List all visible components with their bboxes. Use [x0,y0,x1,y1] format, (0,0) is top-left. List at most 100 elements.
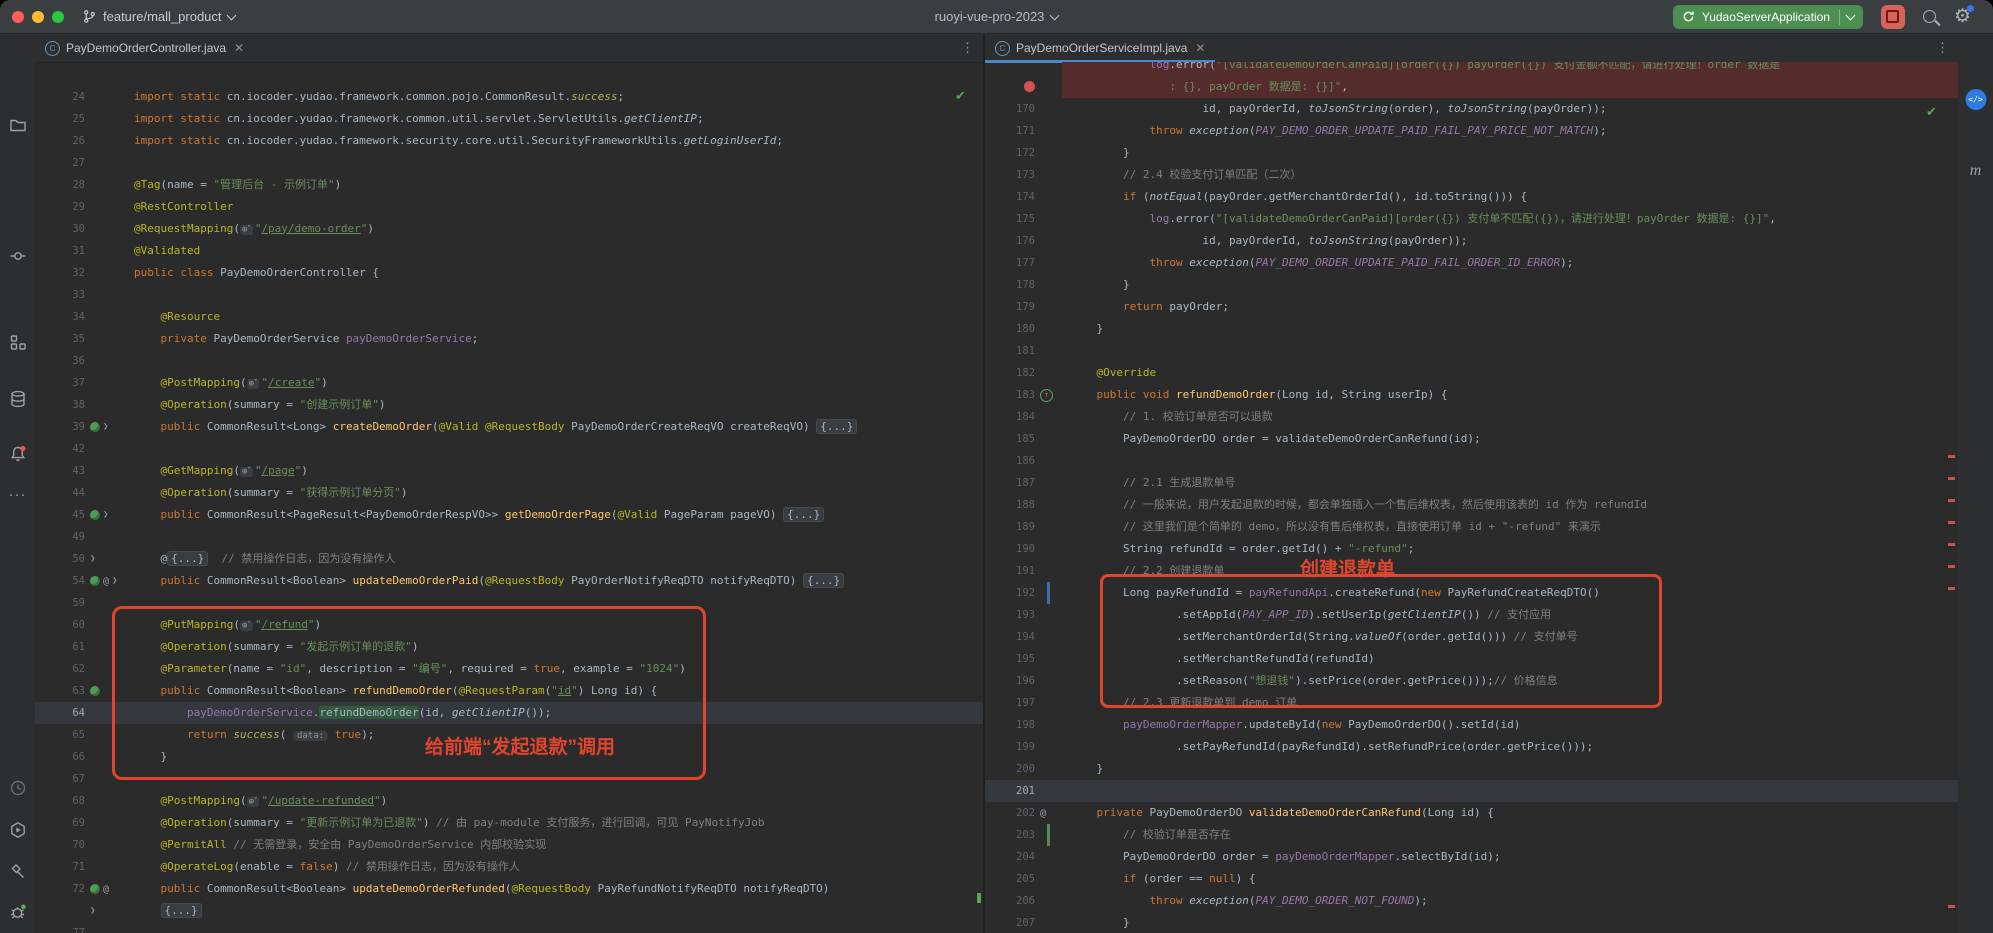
code-line[interactable]: 206 throw exception(PAY_DEMO_ORDER_NOT_F… [985,890,1958,912]
code-line[interactable]: 180 } [985,318,1958,340]
gutter[interactable] [90,686,126,696]
url-globe-inlay-icon[interactable]: ⊕ˇ [247,797,260,807]
line-number[interactable]: 63 [35,685,90,697]
code-line[interactable]: 194 .setMerchantOrderId(String.valueOf(o… [985,626,1958,648]
code-line[interactable]: 175 log.error("[validateDemoOrderCanPaid… [985,208,1958,230]
code-line[interactable]: 173 // 2.4 校验支付订单匹配（二次） [985,164,1958,186]
line-number[interactable]: 77 [35,927,90,933]
line-number[interactable]: 207 [985,917,1040,929]
code-line[interactable]: 24import static cn.iocoder.yudao.framewo… [35,86,983,108]
close-tab-icon[interactable]: ✕ [234,41,244,55]
override-icon[interactable]: ↑ [1040,389,1053,402]
code-line[interactable]: 30@RequestMapping(⊕ˇ"/pay/demo-order") [35,218,983,240]
code-line[interactable]: 192 Long payRefundId = payRefundApi.crea… [985,582,1958,604]
line-number[interactable]: 28 [35,179,90,191]
line-number[interactable]: 192 [985,587,1040,599]
endpoint-icon[interactable] [90,422,100,432]
code-line[interactable]: 29@RestController [35,196,983,218]
code-line[interactable]: 43 @GetMapping(⊕ˇ"/page") [35,460,983,482]
line-number[interactable]: 44 [35,487,90,499]
line-number[interactable]: 189 [985,521,1040,533]
tab-paydemoordercontroller[interactable]: C PayDemoOrderController.java ✕ [35,34,254,62]
endpoint-icon[interactable] [90,510,100,520]
search-everywhere-icon[interactable] [1923,10,1936,23]
code-line[interactable]: 191 // 2.2 创建退款单 [985,560,1958,582]
code-line[interactable]: 35 private PayDemoOrderService payDemoOr… [35,328,983,350]
services-run-icon[interactable] [8,820,28,840]
code-line[interactable]: 199 .setPayRefundId(payRefundId).setRefu… [985,736,1958,758]
line-number[interactable]: 204 [985,851,1040,863]
line-number[interactable]: 49 [35,531,90,543]
inspections-ok-icon[interactable]: ✔ [1926,104,1937,120]
line-number[interactable]: 34 [35,311,90,323]
project-folder-icon[interactable] [8,115,28,135]
line-number[interactable]: 173 [985,169,1040,181]
line-number[interactable]: 183 [985,389,1040,401]
code-line[interactable]: 45❯ public CommonResult<PageResult<PayDe… [35,504,983,526]
code-line[interactable]: 63 public CommonResult<Boolean> refundDe… [35,680,983,702]
line-number[interactable]: 199 [985,741,1040,753]
line-number[interactable]: 62 [35,663,90,675]
code-line[interactable]: 202@ private PayDemoOrderDO validateDemo… [985,802,1958,824]
line-number[interactable]: 200 [985,763,1040,775]
fold-arrow-icon[interactable]: ❯ [103,510,108,520]
stop-button[interactable] [1881,5,1905,29]
run-configuration-widget[interactable]: YudaoServerApplication [1673,5,1863,29]
code-line[interactable]: 183↑ public void refundDemoOrder(Long id… [985,384,1958,406]
code-line[interactable]: 67 [35,768,983,790]
build-hammer-icon[interactable] [8,861,28,881]
code-line[interactable]: 178 } [985,274,1958,296]
code-line[interactable]: 181 [985,340,1958,362]
url-globe-inlay-icon[interactable]: ⊕ˇ [240,621,253,631]
line-number[interactable]: 60 [35,619,90,631]
maven-icon[interactable]: m [1970,162,1982,180]
code-line[interactable]: 189 // 这里我们是个简单的 demo，所以没有售后维权表，直接使用订单 i… [985,516,1958,538]
url-globe-inlay-icon[interactable]: ⊕ˇ [240,225,253,235]
debug-bug-icon[interactable] [8,902,28,922]
folded-region[interactable]: {...} [816,419,857,434]
line-number[interactable]: 54 [35,575,90,587]
profiler-icon[interactable] [8,778,28,798]
code-line[interactable]: 64 payDemoOrderService.refundDemoOrder(i… [35,702,983,724]
line-number[interactable]: 71 [35,861,90,873]
line-number[interactable]: 32 [35,267,90,279]
line-number[interactable]: 181 [985,345,1040,357]
line-number[interactable]: 186 [985,455,1040,467]
line-number[interactable]: 191 [985,565,1040,577]
line-number[interactable]: 59 [35,597,90,609]
ai-chat-icon[interactable]: </> [1965,89,1986,110]
code-line[interactable]: 177 throw exception(PAY_DEMO_ORDER_UPDAT… [985,252,1958,274]
code-line[interactable]: 50❯ @{...} // 禁用操作日志，因为没有操作人 [35,548,983,570]
line-number[interactable]: 43 [35,465,90,477]
tab-options-icon[interactable]: ⋮ [1936,40,1958,56]
line-number[interactable]: 50 [35,553,90,565]
line-number[interactable]: 64 [35,707,90,719]
code-line[interactable]: 201 [985,780,1958,802]
url-globe-inlay-icon[interactable]: ⊕ˇ [247,379,260,389]
code-line[interactable]: 44 @Operation(summary = "获得示例订单分页") [35,482,983,504]
gutter[interactable]: @ [90,884,126,895]
code-line[interactable]: 68 @PostMapping(⊕ˇ"/update-refunded") [35,790,983,812]
line-number[interactable]: 67 [35,773,90,785]
code-line[interactable]: 179 return payOrder; [985,296,1958,318]
code-line[interactable]: log.error("[validateDemoOrderCanPaid][or… [985,62,1958,76]
line-number[interactable]: 178 [985,279,1040,291]
folded-region[interactable]: {...} [783,507,824,522]
line-number[interactable]: 69 [35,817,90,829]
line-number[interactable]: 174 [985,191,1040,203]
line-number[interactable]: 45 [35,509,90,521]
line-number[interactable]: 182 [985,367,1040,379]
code-line[interactable]: 190 String refundId = order.getId() + "-… [985,538,1958,560]
line-number[interactable]: 61 [35,641,90,653]
url-globe-inlay-icon[interactable]: ⊕ˇ [240,467,253,477]
line-number[interactable]: 38 [35,399,90,411]
code-line[interactable]: 187 // 2.1 生成退款单号 [985,472,1958,494]
code-line[interactable]: 42 [35,438,983,460]
code-line[interactable]: 37 @PostMapping(⊕ˇ"/create") [35,372,983,394]
code-line[interactable]: 204 PayDemoOrderDO order = payDemoOrderM… [985,846,1958,868]
code-line[interactable]: 36 [35,350,983,372]
line-number[interactable]: 197 [985,697,1040,709]
code-line[interactable]: 198 payDemoOrderMapper.updateById(new Pa… [985,714,1958,736]
code-line[interactable]: 77 [35,922,983,933]
database-icon[interactable] [8,389,28,409]
